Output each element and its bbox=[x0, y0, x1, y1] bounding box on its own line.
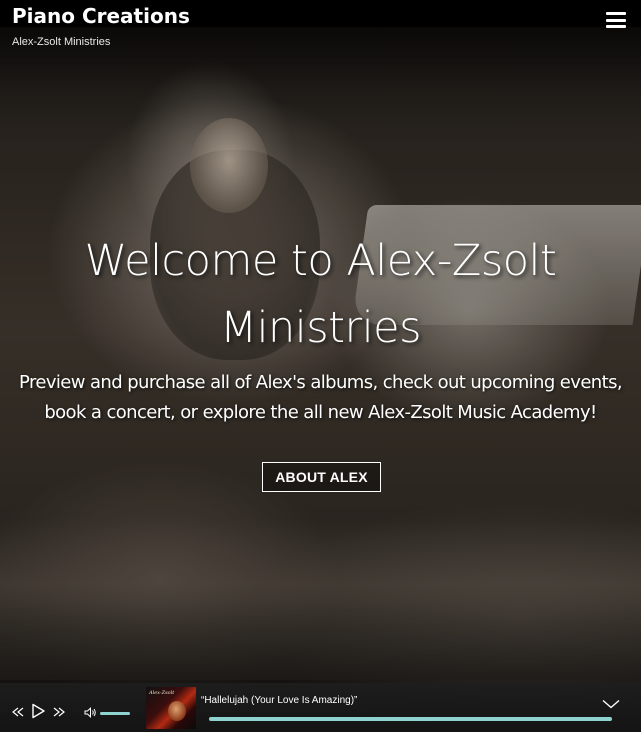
site-tagline: Alex-Zsolt Ministries bbox=[12, 36, 111, 48]
site-title[interactable]: Piano Creations bbox=[12, 3, 190, 29]
menu-bar bbox=[606, 18, 626, 22]
hero-subtitle: Preview and purchase all of Alex's album… bbox=[19, 372, 623, 423]
progress-bar[interactable] bbox=[209, 717, 612, 721]
menu-bar bbox=[606, 25, 626, 28]
menu-bar bbox=[606, 12, 626, 15]
progress-bar-fill bbox=[209, 717, 612, 721]
chevron-down-icon[interactable] bbox=[602, 699, 620, 709]
track-title: “Hallelujah (Your Love Is Amazing)” bbox=[201, 695, 358, 706]
play-icon[interactable] bbox=[31, 703, 46, 719]
audio-player-bar: Alex-Zsolt “Hallelujah (Your Love Is Ama… bbox=[0, 683, 641, 732]
volume-slider-fill bbox=[100, 712, 130, 715]
page: Piano Creations Alex-Zsolt Ministries We… bbox=[0, 0, 641, 732]
volume-slider[interactable] bbox=[100, 712, 130, 715]
site-header: Piano Creations Alex-Zsolt Ministries bbox=[0, 0, 641, 60]
album-art-portrait bbox=[168, 701, 186, 721]
hero-title: Welcome to Alex-Zsolt Ministries bbox=[84, 236, 557, 353]
rewind-icon[interactable] bbox=[12, 707, 24, 717]
album-art: Alex-Zsolt bbox=[146, 687, 196, 729]
album-art-text: Alex-Zsolt bbox=[149, 690, 175, 696]
fast-forward-icon[interactable] bbox=[53, 707, 65, 717]
hamburger-menu-icon[interactable] bbox=[606, 12, 626, 28]
volume-icon[interactable] bbox=[84, 707, 97, 718]
about-alex-button[interactable]: ABOUT ALEX bbox=[262, 462, 381, 492]
hero-overlay bbox=[0, 0, 641, 732]
